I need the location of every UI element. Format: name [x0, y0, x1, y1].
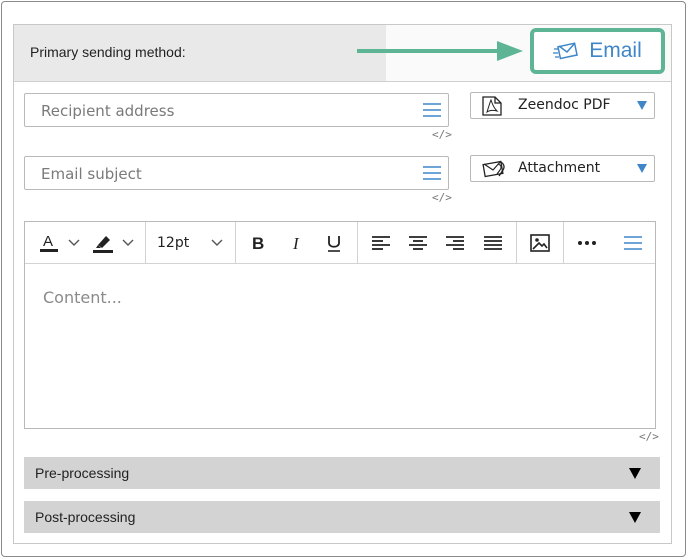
align-center-icon [409, 236, 427, 250]
subject-code-toggle[interactable]: </> [432, 191, 452, 204]
insert-image-button[interactable] [524, 222, 556, 264]
attachment-icon [482, 160, 505, 178]
toolbar-divider [145, 222, 146, 264]
pre-processing-label: Pre-processing [35, 465, 130, 481]
toolbar-divider [235, 222, 236, 264]
more-icon [578, 241, 596, 245]
envelope-send-icon [553, 42, 579, 60]
align-justify-icon [484, 236, 502, 250]
toolbar-divider [357, 222, 358, 264]
underline-icon [328, 236, 340, 252]
recipient-address-placeholder: Recipient address [41, 102, 175, 120]
italic-icon: I [292, 234, 300, 252]
text-color-button[interactable]: A [33, 222, 65, 264]
underline-button[interactable] [318, 222, 350, 264]
field-menu-icon[interactable] [423, 166, 441, 180]
chevron-down-icon [637, 101, 647, 110]
pre-processing-section[interactable]: Pre-processing [24, 457, 660, 489]
text-color-dropdown[interactable] [65, 222, 83, 264]
image-icon [530, 234, 550, 252]
highlight-color-button[interactable] [87, 222, 119, 264]
align-center-button[interactable] [402, 222, 434, 264]
more-options-button[interactable] [571, 222, 603, 264]
highlight-color-dropdown[interactable] [119, 222, 137, 264]
chevron-down-icon [637, 164, 647, 173]
attachment-select[interactable]: Attachment [470, 155, 655, 182]
chevron-down-icon [68, 239, 80, 246]
content-code-toggle[interactable]: </> [639, 430, 659, 443]
bold-icon: B [252, 234, 264, 252]
email-content-editor: A 12pt B I Content... [24, 221, 656, 429]
email-subject-placeholder: Email subject [41, 165, 142, 183]
toolbar-divider [516, 222, 517, 264]
editor-toolbar: A 12pt B I [25, 222, 655, 264]
chevron-down-icon [122, 239, 134, 246]
post-processing-label: Post-processing [35, 509, 136, 525]
chevron-down-icon [211, 239, 223, 246]
post-processing-section[interactable]: Post-processing [24, 501, 660, 533]
email-method-button[interactable]: Email [530, 28, 665, 74]
primary-sending-method-label: Primary sending method: [30, 44, 186, 60]
sending-method-header: Primary sending method: Email [14, 25, 671, 82]
recipient-code-toggle[interactable]: </> [432, 128, 452, 141]
svg-text:B: B [252, 234, 264, 252]
highlighter-icon [93, 236, 113, 253]
email-method-label: Email [589, 39, 642, 62]
editor-menu-button[interactable] [617, 222, 649, 264]
svg-text:A: A [43, 233, 53, 250]
pdf-icon [482, 96, 502, 116]
menu-icon [624, 236, 642, 250]
font-size-value: 12pt [157, 235, 190, 251]
content-placeholder[interactable]: Content... [43, 288, 122, 307]
toolbar-divider [563, 222, 564, 264]
expand-icon [629, 512, 641, 523]
align-justify-button[interactable] [477, 222, 509, 264]
field-menu-icon[interactable] [423, 103, 441, 117]
align-right-button[interactable] [439, 222, 471, 264]
format-select[interactable]: Zeendoc PDF [470, 92, 655, 119]
align-left-button[interactable] [365, 222, 397, 264]
svg-text:I: I [292, 234, 300, 252]
font-size-select[interactable]: 12pt [153, 222, 233, 264]
align-left-icon [372, 236, 390, 250]
italic-button[interactable]: I [281, 222, 313, 264]
align-right-icon [446, 236, 464, 250]
bold-button[interactable]: B [243, 222, 275, 264]
text-color-icon: A [40, 233, 58, 252]
email-subject-input[interactable]: Email subject [24, 156, 449, 190]
format-select-value: Zeendoc PDF [518, 97, 611, 113]
recipient-address-input[interactable]: Recipient address [24, 93, 449, 127]
expand-icon [629, 468, 641, 479]
sending-panel: Primary sending method: Email Recipient … [13, 24, 672, 544]
attachment-select-value: Attachment [518, 160, 601, 176]
highlight-arrow-icon [357, 41, 523, 61]
